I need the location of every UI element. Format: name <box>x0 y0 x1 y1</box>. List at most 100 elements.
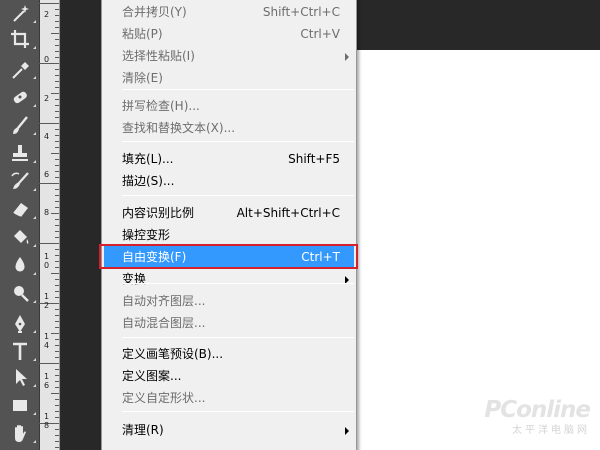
dodge-icon <box>14 286 29 302</box>
ruler-tick <box>55 141 59 142</box>
tool-flyout-indicator <box>33 330 36 333</box>
menu-item[interactable]: 变换 <box>104 268 354 290</box>
menu-item[interactable]: 粘贴(P) Ctrl+V <box>104 23 354 45</box>
menu-item[interactable]: 选择性粘贴(I) <box>104 45 354 67</box>
ruler-tick <box>55 15 59 16</box>
ruler-tick <box>39 243 59 244</box>
tool-eyedropper[interactable] <box>0 56 40 82</box>
ruler-tick <box>51 393 59 394</box>
menu-item[interactable]: 定义图案... <box>104 365 354 387</box>
tool-pen[interactable] <box>0 310 40 336</box>
tool-hand[interactable] <box>0 420 40 446</box>
ruler-tick <box>51 273 59 274</box>
tool-rectangle[interactable] <box>0 392 40 418</box>
ruler-tick <box>55 51 59 52</box>
menu-item[interactable]: 填充(L)... Shift+F5 <box>104 148 354 170</box>
menu-item[interactable]: 清理(R) <box>104 419 354 441</box>
workspace-background <box>61 0 101 450</box>
ruler-tick <box>55 111 59 112</box>
ruler-tick <box>55 195 59 196</box>
workspace-background-top <box>356 0 600 50</box>
ruler-tick <box>55 129 59 130</box>
ruler-tick <box>55 21 59 22</box>
watermark-logo: PConline <box>484 397 591 423</box>
tool-flyout-indicator <box>33 300 36 303</box>
menu-item[interactable]: 内容识别比例 Alt+Shift+Ctrl+C <box>104 202 354 224</box>
tool-paint-bucket[interactable] <box>0 224 40 250</box>
ruler-tick <box>55 105 59 106</box>
tool-flyout-indicator <box>33 440 36 443</box>
ruler-label: 1 0 <box>44 252 50 270</box>
menu-separator <box>122 141 354 142</box>
pen-icon <box>15 315 25 333</box>
ruler-tick <box>55 279 59 280</box>
tool-dodge[interactable] <box>0 280 40 306</box>
menu-item[interactable]: 定义画笔预设(B)... <box>104 343 354 365</box>
ruler-tick <box>55 429 59 430</box>
ruler-tick <box>55 99 59 100</box>
magic-wand-icon <box>13 5 29 22</box>
menu-item[interactable]: 描边(S)... <box>104 170 354 192</box>
tool-crop[interactable] <box>0 26 40 52</box>
clone-stamp-icon <box>12 145 28 161</box>
brush-icon <box>13 116 28 134</box>
menu-item[interactable]: 拼写检查(H)... <box>104 95 354 117</box>
menu-separator <box>122 411 354 412</box>
menu-separator <box>122 195 354 196</box>
tool-flyout-indicator <box>33 104 36 107</box>
tool-clone-stamp[interactable] <box>0 140 40 166</box>
menu-item[interactable]: 自动混合图层... <box>104 312 354 334</box>
tool-type[interactable] <box>0 338 40 364</box>
ruler-tick <box>55 75 59 76</box>
tool-flyout-indicator <box>33 46 36 49</box>
ruler-label: 1 6 <box>44 372 50 390</box>
menu-item-label: 自动混合图层... <box>122 316 206 330</box>
ruler-tick <box>55 351 59 352</box>
tool-magic-wand[interactable] <box>0 0 40 26</box>
tools-panel <box>0 0 40 450</box>
ruler-tick <box>55 57 59 58</box>
ruler-tick <box>55 369 59 370</box>
menu-item[interactable]: 清除(E) <box>104 67 354 89</box>
menu-item[interactable]: 操控变形 <box>104 224 354 246</box>
menu-separator <box>122 283 354 284</box>
menu-item-shortcut: Ctrl+V <box>300 27 340 41</box>
menu-item-label: 填充(L)... <box>122 152 174 166</box>
tool-eraser[interactable] <box>0 196 40 222</box>
ruler-tick <box>51 333 59 334</box>
ruler-tick <box>55 207 59 208</box>
ruler-tick <box>55 147 59 148</box>
menu-item-label: 自动对齐图层... <box>122 294 206 308</box>
eyedropper-icon <box>12 62 29 79</box>
history-brush-icon <box>11 172 29 189</box>
tool-history-brush[interactable] <box>0 168 40 194</box>
tool-brush[interactable] <box>0 112 40 138</box>
document-canvas[interactable] <box>356 50 600 450</box>
menu-separator <box>122 337 354 338</box>
ruler-label: 0 <box>44 55 50 64</box>
tool-blur[interactable] <box>0 252 40 278</box>
ruler-label: 4 <box>44 132 50 141</box>
spot-healing-icon <box>13 91 27 104</box>
ruler-tick <box>55 297 59 298</box>
menu-item[interactable]: 定义自定形状... <box>104 387 354 409</box>
ruler-tick <box>55 189 59 190</box>
watermark: PConline 太平洋电脑网 <box>484 397 591 436</box>
tool-flyout-indicator <box>33 188 36 191</box>
menu-item-label: 变换 <box>122 272 147 286</box>
ruler-tick <box>39 183 59 184</box>
tool-flyout-indicator <box>33 20 36 23</box>
vertical-ruler: 2 0 2 4 6 8 1 0 1 2 1 4 1 6 1 8 <box>39 0 60 450</box>
menu-item-label: 内容识别比例 <box>122 206 195 220</box>
menu-item-label: 操控变形 <box>122 228 171 242</box>
tool-spot-healing[interactable] <box>0 84 40 110</box>
menu-item[interactable]: 查找和替换文本(X)... <box>104 117 354 139</box>
menu-item[interactable]: 合并拷贝(Y) Shift+Ctrl+C <box>104 1 354 23</box>
type-icon <box>13 342 27 360</box>
path-selection-icon <box>16 369 27 386</box>
tool-path-selection[interactable] <box>0 364 40 390</box>
menu-item[interactable]: 自动对齐图层... <box>104 290 354 312</box>
menu-item-label: 合并拷贝(Y) <box>122 5 187 19</box>
ruler-tick <box>55 339 59 340</box>
submenu-arrow-icon <box>345 427 349 435</box>
